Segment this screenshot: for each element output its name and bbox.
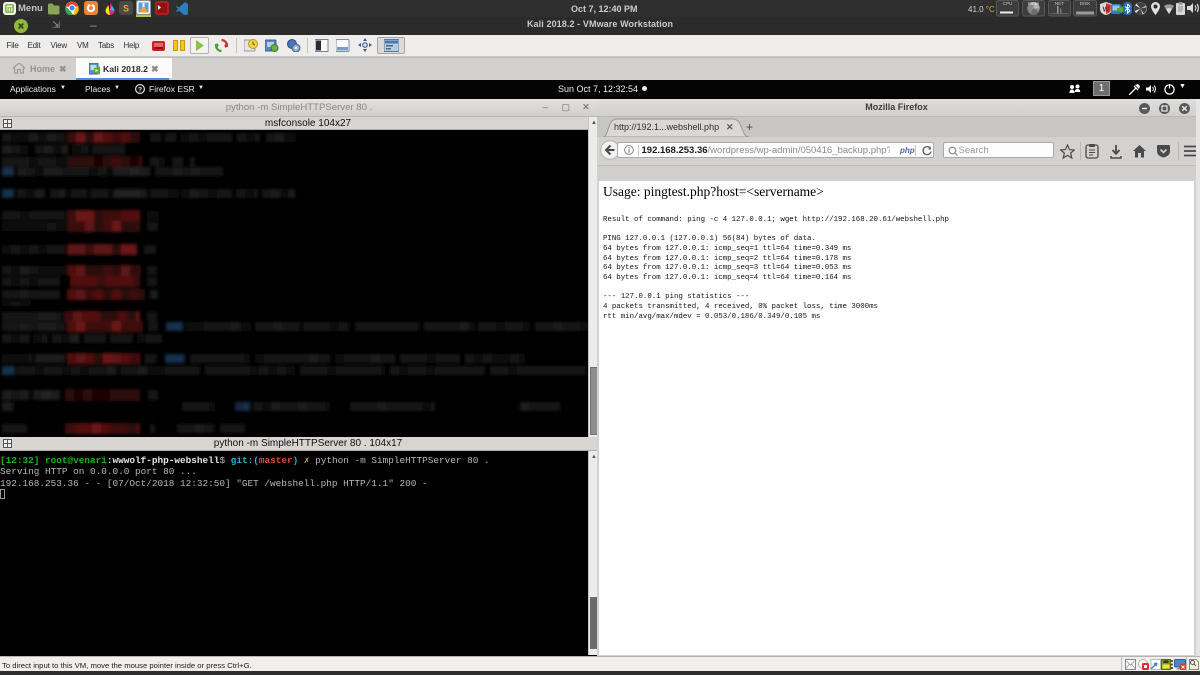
svg-text:?: ? bbox=[138, 86, 142, 93]
svg-text:W: W bbox=[1102, 5, 1110, 14]
svg-text:NET: NET bbox=[1055, 1, 1064, 6]
svg-text:lm: lm bbox=[5, 5, 14, 14]
svg-text:MEM: MEM bbox=[1028, 1, 1039, 6]
svg-text:DISK: DISK bbox=[1080, 1, 1092, 6]
svg-text:CPU: CPU bbox=[1003, 1, 1013, 6]
svg-text:S: S bbox=[123, 4, 129, 14]
